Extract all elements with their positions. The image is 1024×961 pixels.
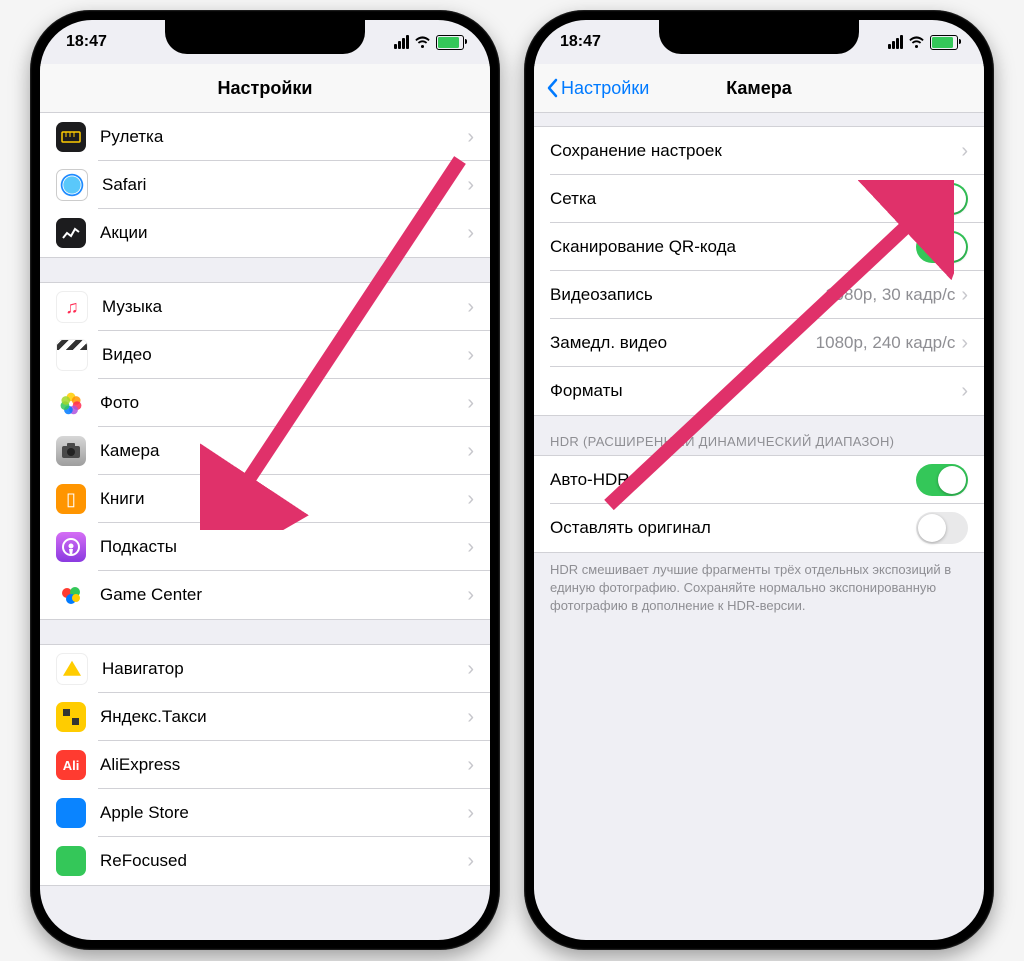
row-label: Яндекс.Такси xyxy=(100,707,467,727)
stocks-icon xyxy=(56,218,86,248)
row-label: Подкасты xyxy=(100,537,467,557)
page-title: Настройки xyxy=(218,78,313,99)
chevron-right-icon: › xyxy=(467,441,474,461)
settings-row-safari[interactable]: Safari› xyxy=(40,161,490,209)
battery-icon xyxy=(930,35,958,50)
row-label: Книги xyxy=(100,489,467,509)
chevron-right-icon: › xyxy=(467,345,474,365)
wifi-icon xyxy=(908,36,925,49)
settings-row-books[interactable]: ▯ Книги› xyxy=(40,475,490,523)
chevron-right-icon: › xyxy=(467,223,474,243)
row-formats[interactable]: Форматы › xyxy=(534,367,984,415)
refocused-icon xyxy=(56,846,86,876)
chevron-right-icon: › xyxy=(467,755,474,775)
game-center-icon xyxy=(56,580,86,610)
row-video-record[interactable]: Видеозапись 1080p, 30 кадр/с › xyxy=(534,271,984,319)
notch xyxy=(165,20,365,54)
chevron-right-icon: › xyxy=(467,585,474,605)
row-slomo[interactable]: Замедл. видео 1080p, 240 кадр/с › xyxy=(534,319,984,367)
toggle-keep-original[interactable] xyxy=(916,512,968,544)
settings-row-music[interactable]: ♫ Музыка› xyxy=(40,283,490,331)
row-auto-hdr[interactable]: Авто-HDR xyxy=(534,456,984,504)
chevron-right-icon: › xyxy=(467,489,474,509)
settings-row-ruletka[interactable]: Рулетка› xyxy=(40,113,490,161)
apple-store-icon xyxy=(56,798,86,828)
toggle-grid[interactable] xyxy=(916,183,968,215)
music-icon: ♫ xyxy=(56,291,88,323)
podcasts-icon xyxy=(56,532,86,562)
settings-row-podcasts[interactable]: Подкасты› xyxy=(40,523,490,571)
cellular-icon xyxy=(394,35,409,49)
video-icon xyxy=(56,339,88,371)
hdr-section-header: HDR (РАСШИРЕННЫЙ ДИНАМИЧЕСКИЙ ДИАПАЗОН) xyxy=(534,416,984,455)
toggle-auto-hdr[interactable] xyxy=(916,464,968,496)
aliexpress-icon: Ali xyxy=(56,750,86,780)
wifi-icon xyxy=(414,36,431,49)
row-label: AliExpress xyxy=(100,755,467,775)
row-preserve-settings[interactable]: Сохранение настроек › xyxy=(534,127,984,175)
settings-row-photos[interactable]: Фото› xyxy=(40,379,490,427)
photos-icon xyxy=(56,388,86,418)
row-keep-original[interactable]: Оставлять оригинал xyxy=(534,504,984,552)
row-label: Камера xyxy=(100,441,467,461)
chevron-right-icon: › xyxy=(467,393,474,413)
settings-row-apple-store[interactable]: Apple Store› xyxy=(40,789,490,837)
navigator-icon xyxy=(56,653,88,685)
chevron-right-icon: › xyxy=(467,297,474,317)
status-time: 18:47 xyxy=(560,33,601,51)
row-label: Apple Store xyxy=(100,803,467,823)
row-label: Акции xyxy=(100,223,467,243)
hdr-footer-text: HDR смешивает лучшие фрагменты трёх отде… xyxy=(534,553,984,632)
status-time: 18:47 xyxy=(66,33,107,51)
cellular-icon xyxy=(888,35,903,49)
chevron-right-icon: › xyxy=(467,175,474,195)
row-qr-scan[interactable]: Сканирование QR-кода xyxy=(534,223,984,271)
navbar-settings: Настройки xyxy=(40,64,490,113)
settings-row-stocks[interactable]: Акции› xyxy=(40,209,490,257)
chevron-right-icon: › xyxy=(961,141,968,161)
settings-row-refocused[interactable]: ReFocused› xyxy=(40,837,490,885)
settings-row-navigator[interactable]: Навигатор› xyxy=(40,645,490,693)
settings-row-aliexpress[interactable]: Ali AliExpress› xyxy=(40,741,490,789)
phone-camera: 18:47 Настройки Камера Сохранение настро… xyxy=(524,10,994,950)
back-button[interactable]: Настройки xyxy=(546,78,649,99)
safari-icon xyxy=(56,169,88,201)
books-icon: ▯ xyxy=(56,484,86,514)
back-label: Настройки xyxy=(561,78,649,99)
row-label: Game Center xyxy=(100,585,467,605)
chevron-right-icon: › xyxy=(467,851,474,871)
row-label: Safari xyxy=(102,175,467,195)
chevron-right-icon: › xyxy=(961,381,968,401)
settings-row-yandex-taxi[interactable]: Яндекс.Такси› xyxy=(40,693,490,741)
toggle-qr[interactable] xyxy=(916,231,968,263)
row-label: Видео xyxy=(102,345,467,365)
notch xyxy=(659,20,859,54)
chevron-right-icon: › xyxy=(961,285,968,305)
settings-row-game-center[interactable]: Game Center› xyxy=(40,571,490,619)
row-label: Музыка xyxy=(102,297,467,317)
chevron-right-icon: › xyxy=(467,659,474,679)
row-label: Навигатор xyxy=(102,659,467,679)
chevron-right-icon: › xyxy=(961,333,968,353)
chevron-right-icon: › xyxy=(467,707,474,727)
settings-row-camera[interactable]: Камера› xyxy=(40,427,490,475)
chevron-right-icon: › xyxy=(467,803,474,823)
row-grid[interactable]: Сетка xyxy=(534,175,984,223)
camera-icon xyxy=(56,436,86,466)
yandex-taxi-icon xyxy=(56,702,86,732)
row-label: Рулетка xyxy=(100,127,467,147)
phone-settings: 18:47 Настройки Рулетка›Safari›Акции›♫Му… xyxy=(30,10,500,950)
row-label: Фото xyxy=(100,393,467,413)
navbar-camera: Настройки Камера xyxy=(534,64,984,113)
ruletka-icon xyxy=(56,122,86,152)
page-title: Камера xyxy=(726,78,792,99)
settings-row-video[interactable]: Видео› xyxy=(40,331,490,379)
row-label: ReFocused xyxy=(100,851,467,871)
battery-icon xyxy=(436,35,464,50)
chevron-right-icon: › xyxy=(467,537,474,557)
chevron-right-icon: › xyxy=(467,127,474,147)
